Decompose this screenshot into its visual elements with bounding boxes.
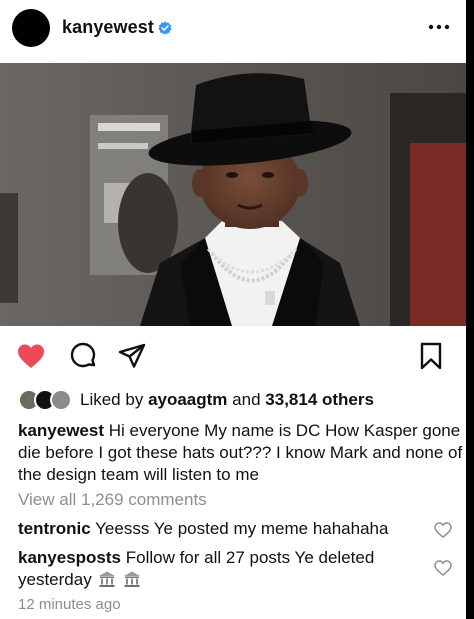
post-photo[interactable] — [0, 63, 474, 326]
post-caption: kanyewest Hi everyone My name is DC How … — [18, 420, 464, 486]
view-all-comments-link[interactable]: View all 1,269 comments — [18, 490, 207, 510]
likes-text: Liked by ayoaagtm and 33,814 others — [80, 390, 374, 410]
post-timestamp: 12 minutes ago — [18, 596, 121, 613]
ellipsis-icon[interactable] — [428, 20, 450, 34]
liker-avatar — [50, 389, 72, 411]
liker-avatars — [18, 388, 76, 412]
photo-illustration — [0, 63, 474, 326]
comment-item: kanyesposts Follow for all 27 posts Ye d… — [18, 547, 418, 591]
post-username[interactable]: kanyewest — [62, 17, 154, 38]
comment-icon[interactable] — [68, 341, 98, 371]
liker-username[interactable]: ayoaagtm — [148, 390, 227, 409]
comment-like-icon[interactable] — [434, 560, 452, 576]
heart-filled-icon[interactable] — [16, 341, 46, 371]
screen-edge — [466, 0, 474, 619]
action-bar — [0, 336, 474, 376]
comment-item: tentronic Yeesss Ye posted my meme hahah… — [18, 518, 418, 540]
caption-username[interactable]: kanyewest — [18, 421, 104, 440]
bookmark-icon[interactable] — [416, 341, 446, 371]
comment-text: Yeesss Ye posted my meme hahahaha — [95, 519, 389, 538]
likes-middle: and — [232, 390, 261, 409]
comment-username[interactable]: tentronic — [18, 519, 91, 538]
send-icon[interactable] — [117, 341, 147, 371]
likes-count[interactable]: 33,814 others — [265, 390, 374, 409]
classical-building-emoji-icon — [124, 571, 141, 587]
likes-row[interactable]: Liked by ayoaagtm and 33,814 others — [18, 388, 458, 412]
verified-badge-icon — [158, 21, 172, 35]
profile-avatar[interactable] — [12, 9, 50, 47]
likes-prefix: Liked by — [80, 390, 144, 409]
post-header: kanyewest — [0, 0, 474, 62]
comment-username[interactable]: kanyesposts — [18, 548, 121, 567]
classical-building-emoji-icon — [99, 571, 116, 587]
comment-like-icon[interactable] — [434, 522, 452, 538]
